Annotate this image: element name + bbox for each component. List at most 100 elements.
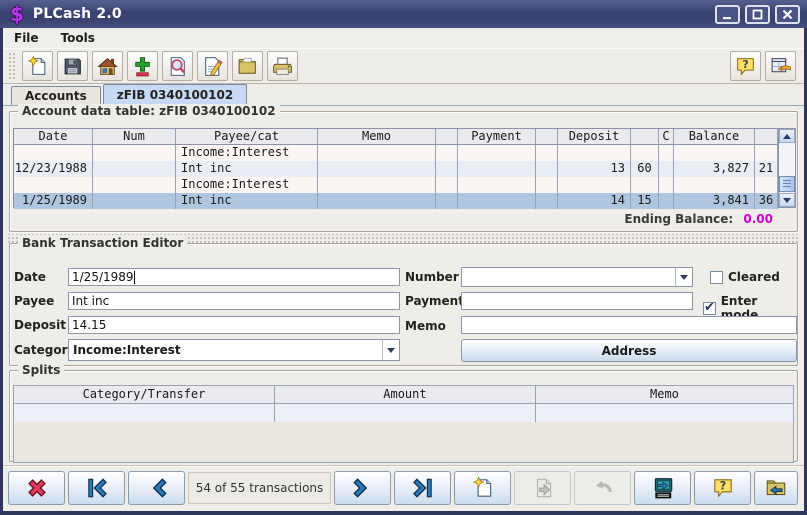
col-payment[interactable]: Payment: [458, 129, 536, 144]
splits-col-memo[interactable]: Memo: [536, 386, 793, 403]
exit-icon: [769, 55, 792, 78]
number-combobox[interactable]: [461, 267, 693, 287]
delete-transaction-button[interactable]: [8, 471, 65, 505]
exit-folder-icon: [764, 476, 788, 500]
save-icon: [61, 55, 84, 78]
exit-app-button[interactable]: [765, 51, 796, 81]
account-table-group-title: Account data table: zFIB 0340100102: [18, 104, 280, 118]
new-transaction-button[interactable]: [454, 471, 511, 505]
scroll-down-icon[interactable]: [779, 193, 795, 207]
account-table-grid: Date Num Payee/cat Memo Payment Deposit …: [14, 129, 778, 207]
splits-empty-area: [14, 422, 793, 462]
undo-button[interactable]: [574, 471, 631, 505]
open-folder-icon: [236, 55, 259, 78]
new-file-icon: [26, 55, 49, 78]
find-button[interactable]: [162, 51, 193, 81]
table-row[interactable]: Income:Interest: [14, 177, 778, 193]
help-bottom-button[interactable]: ?: [694, 471, 751, 505]
transaction-editor-group: Bank Transaction Editor Date Payee Depos…: [9, 243, 798, 366]
splits-col-category[interactable]: Category/Transfer: [14, 386, 275, 403]
payee-label: Payee: [14, 292, 54, 310]
category-value: Income:Interest: [69, 343, 382, 357]
add-account-button[interactable]: [127, 51, 158, 81]
svg-text:?: ?: [719, 479, 726, 493]
commit-transaction-button[interactable]: [514, 471, 571, 505]
scroll-up-icon[interactable]: [779, 129, 795, 143]
ending-balance-label: Ending Balance:: [624, 212, 733, 226]
scrollbar-track[interactable]: [779, 143, 795, 193]
chevron-down-icon[interactable]: [382, 340, 399, 360]
account-table-group: Account data table: zFIB 0340100102 Date…: [9, 111, 798, 232]
col-balance[interactable]: Balance: [674, 129, 755, 144]
print-button[interactable]: [267, 51, 298, 81]
help-icon: ?: [734, 55, 757, 78]
address-button[interactable]: Address: [461, 339, 797, 362]
tab-account-zfib[interactable]: zFIB 0340100102: [103, 84, 247, 105]
col-date[interactable]: Date: [14, 129, 93, 144]
table-row-selected[interactable]: 1/25/1989 Int inc 14 15 3,841 36: [14, 193, 778, 209]
save-button[interactable]: [57, 51, 88, 81]
exit-bottom-button[interactable]: [754, 471, 798, 505]
svg-text:?: ?: [742, 58, 748, 71]
previous-transaction-button[interactable]: [128, 471, 185, 505]
enter-mode-checkbox[interactable]: [703, 302, 716, 315]
previous-record-icon: [145, 476, 169, 500]
splits-row[interactable]: [14, 404, 793, 422]
col-payee[interactable]: Payee/cat: [176, 129, 318, 144]
maximize-button[interactable]: [745, 5, 770, 24]
ending-balance-value: 0.00: [743, 212, 773, 226]
add-account-icon: [131, 55, 154, 78]
payee-field[interactable]: [68, 292, 400, 310]
date-field[interactable]: [68, 268, 400, 286]
tab-accounts[interactable]: Accounts: [11, 86, 101, 105]
main-content: Account data table: zFIB 0340100102 Date…: [3, 106, 804, 465]
col-pad1: [436, 129, 458, 144]
payment-field[interactable]: [461, 292, 693, 310]
menu-file[interactable]: File: [14, 31, 39, 45]
splits-header: Category/Transfer Amount Memo: [14, 386, 793, 404]
undo-icon: [591, 476, 615, 500]
terminal-button[interactable]: [634, 471, 691, 505]
splits-col-amount[interactable]: Amount: [275, 386, 536, 403]
menu-tools[interactable]: Tools: [61, 31, 95, 45]
minimize-button[interactable]: [715, 5, 740, 24]
last-transaction-button[interactable]: [394, 471, 451, 505]
first-transaction-button[interactable]: [68, 471, 125, 505]
window-controls: [715, 5, 800, 24]
col-cleared[interactable]: C: [659, 129, 674, 144]
col-num[interactable]: Num: [93, 129, 176, 144]
next-transaction-button[interactable]: [334, 471, 391, 505]
splits-group-title: Splits: [18, 363, 64, 377]
last-record-icon: [411, 476, 435, 500]
table-row[interactable]: Income:Interest: [14, 145, 778, 161]
open-button[interactable]: [232, 51, 263, 81]
cleared-checkbox[interactable]: [710, 271, 723, 284]
table-row[interactable]: 12/23/1988 Int inc 13 60 3,827 21: [14, 161, 778, 177]
col-deposit[interactable]: Deposit: [558, 129, 631, 144]
category-combobox[interactable]: Income:Interest: [68, 339, 400, 361]
deposit-field[interactable]: [68, 316, 400, 334]
edit-button[interactable]: [197, 51, 228, 81]
titlebar[interactable]: $ PLCash 2.0: [0, 0, 807, 28]
close-button[interactable]: [775, 5, 800, 24]
new-file-button[interactable]: [22, 51, 53, 81]
account-table: Date Num Payee/cat Memo Payment Deposit …: [13, 128, 796, 208]
delete-x-icon: [25, 476, 49, 500]
scrollbar-thumb[interactable]: [779, 176, 795, 192]
help-button[interactable]: ?: [730, 51, 761, 81]
toolbar-drag-handle[interactable]: [8, 52, 17, 80]
find-icon: [166, 55, 189, 78]
menu-bar: File Tools: [3, 28, 804, 48]
main-toolbar: ?: [3, 48, 804, 84]
chevron-down-icon[interactable]: [675, 268, 692, 286]
table-scrollbar[interactable]: [778, 129, 795, 207]
payment-label: Payment: [405, 292, 464, 310]
col-memo[interactable]: Memo: [318, 129, 436, 144]
next-record-icon: [351, 476, 375, 500]
splits-table[interactable]: Category/Transfer Amount Memo: [13, 385, 794, 463]
home-icon: [96, 55, 119, 78]
terminal-icon: [651, 476, 675, 500]
memo-field[interactable]: [461, 316, 797, 334]
splits-group: Splits Category/Transfer Amount Memo: [9, 370, 798, 462]
home-button[interactable]: [92, 51, 123, 81]
